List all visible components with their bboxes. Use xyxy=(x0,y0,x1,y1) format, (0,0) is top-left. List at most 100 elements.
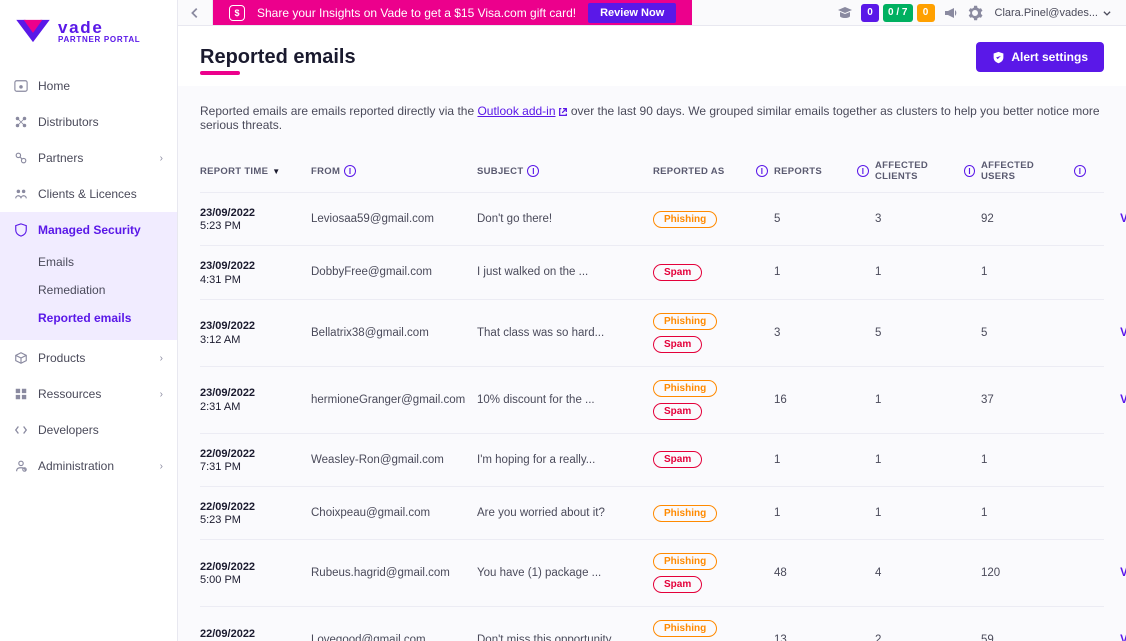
vade-logo-icon xyxy=(14,18,52,44)
table-row: 22/09/20225:23 PMChoixpeau@gmail.comAre … xyxy=(200,486,1104,539)
cell-subject: Are you worried about it? xyxy=(477,507,647,519)
logo[interactable]: vade PARTNER PORTAL xyxy=(0,0,177,58)
sidebar-item-label: Clients & Licences xyxy=(38,187,137,201)
cell-users: 120 xyxy=(981,567,1086,579)
tag-spam: Spam xyxy=(653,451,702,468)
table-row: 22/09/20225:00 PMRubeus.hagrid@gmail.com… xyxy=(200,539,1104,606)
badge-a[interactable]: 0 xyxy=(861,4,879,22)
alert-settings-button[interactable]: Alert settings xyxy=(976,42,1104,72)
report-date: 23/09/2022 xyxy=(200,319,305,333)
gear-icon[interactable] xyxy=(967,5,983,21)
sidebar-item-clients-licences[interactable]: Clients & Licences xyxy=(0,176,177,212)
sidebar-item-distributors[interactable]: Distributors xyxy=(0,104,177,140)
topbar-back[interactable] xyxy=(178,0,213,25)
external-link-icon xyxy=(558,107,568,117)
col-reported-as[interactable]: REPORTED ASi xyxy=(653,165,768,177)
view-email-link[interactable]: View email xyxy=(1092,454,1126,466)
cell-users: 59 xyxy=(981,634,1086,641)
help-icon[interactable]: i xyxy=(964,165,975,177)
col-report-time[interactable]: REPORT TIME▼ xyxy=(200,166,305,177)
megaphone-icon[interactable] xyxy=(943,5,959,21)
col-affected-clients[interactable]: AFFECTED CLIENTSi xyxy=(875,160,975,182)
products-icon xyxy=(14,351,28,365)
topbar-right: 0 0 / 7 0 Clara.Pinel@vades... xyxy=(692,0,1126,25)
user-menu[interactable]: Clara.Pinel@vades... xyxy=(991,7,1117,19)
cell-from: hermioneGranger@gmail.com xyxy=(311,394,471,406)
cell-reports: 1 xyxy=(774,507,869,519)
report-date: 23/09/2022 xyxy=(200,259,305,273)
grad-cap-icon[interactable] xyxy=(837,5,853,21)
view-cluster-link[interactable]: View cluster xyxy=(1092,327,1126,339)
partners-icon xyxy=(14,151,28,165)
report-date: 22/09/2022 xyxy=(200,560,305,574)
sidebar-item-managed-security[interactable]: Managed Security xyxy=(0,212,177,248)
view-cluster-link[interactable]: View cluster xyxy=(1092,567,1126,579)
sidebar-item-label: Developers xyxy=(38,423,99,437)
content: Reported emails are emails reported dire… xyxy=(178,86,1126,641)
resources-icon xyxy=(14,387,28,401)
view-cluster-link[interactable]: View cluster xyxy=(1092,394,1126,406)
cell-users: 37 xyxy=(981,394,1086,406)
sidebar-subitem-remediation[interactable]: Remediation xyxy=(38,276,177,304)
chevron-right-icon: › xyxy=(160,353,163,364)
help-icon[interactable]: i xyxy=(527,165,539,177)
brand-sub: PARTNER PORTAL xyxy=(58,36,140,44)
view-cluster-link[interactable]: View cluster xyxy=(1092,634,1126,641)
table-row: 23/09/20223:12 AMBellatrix38@gmail.comTh… xyxy=(200,299,1104,366)
view-cluster-link[interactable]: View cluster xyxy=(1092,213,1126,225)
sidebar-submenu: EmailsRemediationReported emails xyxy=(0,248,177,340)
view-email-link[interactable]: View email xyxy=(1092,507,1126,519)
sidebar-item-developers[interactable]: Developers xyxy=(0,412,177,448)
sidebar-item-ressources[interactable]: Ressources› xyxy=(0,376,177,412)
report-time: 3:12 AM xyxy=(200,334,305,346)
tag-phishing: Phishing xyxy=(653,620,717,637)
outlook-addin-link[interactable]: Outlook add-in xyxy=(477,104,555,118)
review-now-button[interactable]: Review Now xyxy=(588,3,676,23)
badge-b[interactable]: 0 / 7 xyxy=(883,4,912,22)
col-from[interactable]: FROMi xyxy=(311,165,471,177)
admin-icon xyxy=(14,459,28,473)
sidebar-subitem-emails[interactable]: Emails xyxy=(38,248,177,276)
help-icon[interactable]: i xyxy=(756,165,768,177)
cell-from: Lovegood@gmail.com xyxy=(311,634,471,641)
tag-phishing: Phishing xyxy=(653,313,717,330)
help-icon[interactable]: i xyxy=(1074,165,1086,177)
sidebar-item-partners[interactable]: Partners› xyxy=(0,140,177,176)
shield-icon xyxy=(992,51,1005,64)
report-time: 5:23 PM xyxy=(200,220,305,232)
sidebar-item-administration[interactable]: Administration› xyxy=(0,448,177,484)
nav: HomeDistributorsPartners› Clients & Licen… xyxy=(0,58,177,484)
cell-tags: Phishing xyxy=(653,211,768,228)
sidebar-item-home[interactable]: Home xyxy=(0,68,177,104)
cell-clients: 1 xyxy=(875,266,975,278)
col-reports[interactable]: REPORTSi xyxy=(774,165,869,177)
report-time: 7:31 PM xyxy=(200,461,305,473)
help-icon[interactable]: i xyxy=(344,165,356,177)
badge-c[interactable]: 0 xyxy=(917,4,935,22)
help-icon[interactable]: i xyxy=(857,165,869,177)
promo-banner: $ Share your Insights on Vade to get a $… xyxy=(213,0,692,25)
col-subject[interactable]: SUBJECTi xyxy=(477,165,647,177)
tag-phishing: Phishing xyxy=(653,553,717,570)
view-email-link[interactable]: View email xyxy=(1092,266,1126,278)
col-affected-users[interactable]: AFFECTED USERSi xyxy=(981,160,1086,182)
sidebar-item-label: Administration xyxy=(38,459,114,473)
sidebar-item-label: Products xyxy=(38,351,85,365)
sidebar-item-products[interactable]: Products › xyxy=(0,340,177,376)
chevron-right-icon: › xyxy=(160,389,163,400)
sidebar-item-label: Managed Security xyxy=(38,223,141,237)
cell-subject: 10% discount for the ... xyxy=(477,394,647,406)
distributors-icon xyxy=(14,115,28,129)
cell-reports: 16 xyxy=(774,394,869,406)
promo-text: Share your Insights on Vade to get a $15… xyxy=(257,6,576,20)
cell-subject: Don't go there! xyxy=(477,213,647,225)
developers-icon xyxy=(14,423,28,437)
topbar: $ Share your Insights on Vade to get a $… xyxy=(178,0,1126,26)
table-row: 22/09/20227:31 PMWeasley-Ron@gmail.comI'… xyxy=(200,433,1104,486)
cell-clients: 2 xyxy=(875,634,975,641)
table-header: REPORT TIME▼ FROMi SUBJECTi REPORTED ASi… xyxy=(200,154,1104,192)
user-email: Clara.Pinel@vades... xyxy=(995,7,1099,19)
chevron-down-icon xyxy=(1102,8,1112,18)
sidebar-subitem-reported-emails[interactable]: Reported emails xyxy=(38,304,177,332)
alert-settings-label: Alert settings xyxy=(1011,50,1088,64)
